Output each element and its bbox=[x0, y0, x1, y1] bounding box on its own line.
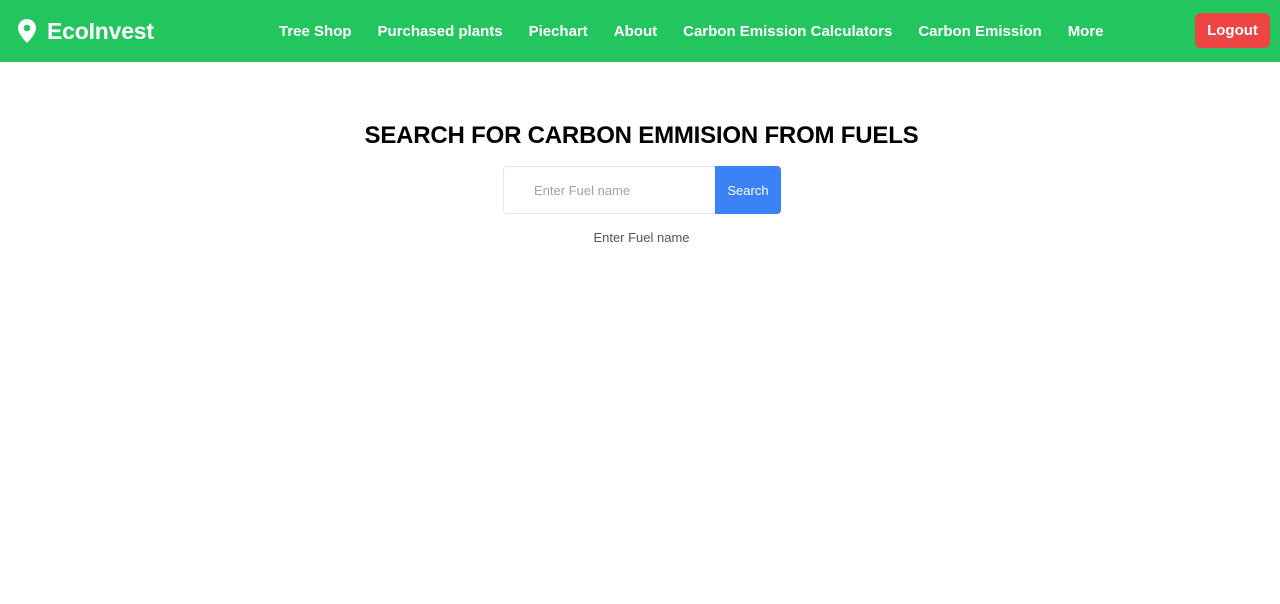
nav-link-carbon-emission[interactable]: Carbon Emission bbox=[905, 23, 1054, 40]
nav-links: Tree Shop Purchased plants Piechart Abou… bbox=[266, 0, 1117, 62]
top-navbar: EcoInvest Tree Shop Purchased plants Pie… bbox=[0, 0, 1280, 62]
nav-link-tree-shop[interactable]: Tree Shop bbox=[266, 23, 365, 40]
nav-link-purchased-plants[interactable]: Purchased plants bbox=[365, 23, 516, 40]
page-title: SEARCH FOR CARBON EMMISION FROM FUELS bbox=[364, 122, 919, 149]
nav-link-more[interactable]: More bbox=[1055, 23, 1117, 40]
search-result-text: Enter Fuel name bbox=[593, 230, 690, 245]
brand-name: EcoInvest bbox=[47, 17, 154, 44]
fuel-search-input[interactable] bbox=[503, 166, 715, 214]
brand-logo[interactable]: EcoInvest bbox=[18, 0, 154, 62]
map-pin-icon bbox=[18, 19, 36, 43]
search-button[interactable]: Search bbox=[715, 166, 781, 214]
nav-link-piechart[interactable]: Piechart bbox=[516, 23, 601, 40]
nav-link-carbon-emission-calculators[interactable]: Carbon Emission Calculators bbox=[670, 23, 905, 40]
search-form: Search bbox=[503, 166, 781, 214]
logout-button[interactable]: Logout bbox=[1195, 13, 1270, 48]
nav-link-about[interactable]: About bbox=[601, 23, 670, 40]
